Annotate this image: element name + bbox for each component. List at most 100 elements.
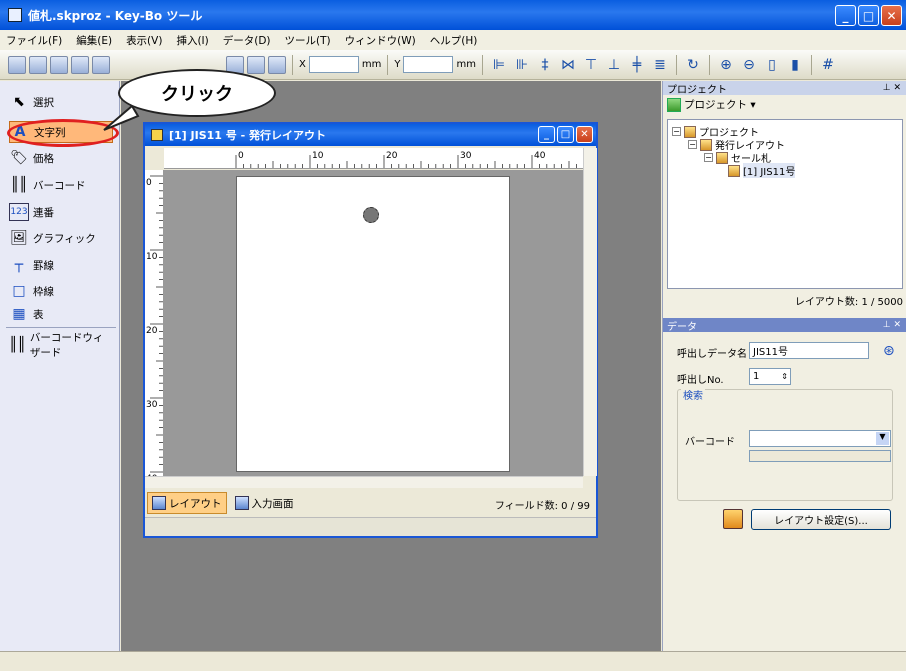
horizontal-scrollbar[interactable] [145,476,583,488]
layout-settings-button[interactable]: レイアウト設定(S)... [751,509,891,530]
menu-file[interactable]: ファイル(F) [6,33,62,48]
chevron-down-icon[interactable]: ▼ [876,432,889,445]
barcode-field [749,450,891,462]
serial-123-icon: 123 [9,203,29,221]
ruler-label: 30 [146,400,158,410]
menu-edit[interactable]: 編集(E) [76,33,112,48]
barcode-label: バーコード [685,437,735,448]
main-toolbar: X mm Y mm ⊫ ⊪ ‡ ⋈ ⊤ ⊥ ╪ ≣ ↻ ⊕ ⊖ ▯ ▮ # [0,50,906,80]
tree-node-jis11[interactable]: [1] JIS11号 [728,163,796,178]
ruler-label: 0 [146,178,152,188]
paste-icon[interactable] [247,55,265,74]
project-icon [684,125,696,138]
collapse-icon[interactable]: − [672,127,681,136]
search-group-label: 検索 [681,387,705,402]
x-input[interactable] [308,56,359,73]
menu-window[interactable]: ウィンドウ(W) [345,33,416,48]
align-right-icon[interactable]: ⊪ [512,55,532,75]
collapse-icon[interactable]: − [688,140,697,149]
pin-icon[interactable]: ⊥ ✕ [883,320,901,330]
tool-label: 価格 [33,152,54,165]
app-title-bar: 値札.skproz - Key-Bo ツール _ □ ✕ [0,0,906,30]
tool-barcode-wizard[interactable]: ║║ バーコードウィザード [9,332,113,359]
table-icon: ▦ [12,306,26,322]
barcode-wizard-icon: ║║ [9,337,26,353]
zoom-out-icon[interactable]: ⊖ [739,55,759,75]
tool-price[interactable]: 🏷 価格 [9,147,113,169]
tool-table[interactable]: ▦ 表 [9,303,113,325]
layout-window: [1] JIS11 号 - 発行レイアウト _ □ ✕ 0 10 20 30 40 0 1… [143,122,598,538]
maximize-button[interactable]: □ [858,5,879,26]
menu-view[interactable]: 表示(V) [126,33,162,48]
frame-icon: □ [12,283,26,299]
label-paper[interactable] [236,176,510,472]
layout-window-title: [1] JIS11 号 - 発行レイアウト [169,129,327,142]
project-panel-header: プロジェクト ⊥ ✕ [663,81,906,96]
rotate-icon[interactable]: ↻ [683,55,703,75]
center-v-icon[interactable]: ≣ [650,55,670,75]
layout-count: レイアウト数: 1 / 5000 [794,297,903,308]
tool-label: 枠線 [33,285,54,298]
menu-tool[interactable]: ツール(T) [285,33,331,48]
call-no-stepper[interactable]: 1 ⇕ [749,368,791,385]
child-maximize-button[interactable]: □ [557,126,574,143]
y-input[interactable] [403,56,454,73]
layout-icon [728,164,740,177]
price-icon: 🏷 [10,150,28,166]
child-close-button[interactable]: ✕ [576,126,593,143]
help-icon[interactable] [268,55,286,74]
top-ruler: 0 10 20 30 40 [164,148,583,169]
zoom-in-icon[interactable]: ⊕ [716,55,736,75]
menu-data[interactable]: データ(D) [223,33,271,48]
align-center-icon[interactable]: ‡ [535,55,555,75]
folder-icon [700,138,712,151]
project-tree: − プロジェクト − 発行レイアウト − セール札 [1] JIS11号 [667,119,903,289]
folder-icon [716,151,728,164]
menu-help[interactable]: ヘルプ(H) [430,33,478,48]
tab-input-screen[interactable]: 入力画面 [231,492,298,514]
align-bottom-icon[interactable]: ⊥ [604,55,624,75]
project-dropdown[interactable]: プロジェクト ▾ [667,97,756,112]
print-icon[interactable] [92,55,110,74]
tool-serial[interactable]: 123 連番 [9,201,113,223]
close-button[interactable]: ✕ [881,5,902,26]
child-minimize-button[interactable]: _ [538,126,555,143]
copy-layout-icon[interactable] [71,55,89,74]
call-data-input[interactable]: JIS11号 [749,342,869,359]
save-icon[interactable] [29,55,47,74]
tool-select[interactable]: ⬉ 選択 [9,91,113,113]
ruler-label: 40 [534,151,546,161]
barcode-select[interactable]: ▼ [749,430,891,447]
distribute-icon[interactable]: ⋈ [558,55,578,75]
input-screen-icon [234,496,249,510]
help-icon[interactable]: ⊛ [883,343,895,359]
new-file-icon[interactable] [8,55,26,74]
ruler-label: 10 [146,252,158,262]
spin-icon[interactable]: ⇕ [781,372,788,381]
right-panel: プロジェクト ⊥ ✕ プロジェクト ▾ − プロジェクト − 発行レイアウト −… [662,81,906,651]
layout-canvas[interactable] [164,170,583,476]
center-h-icon[interactable]: ╪ [627,55,647,75]
tab-layout[interactable]: レイアウト [147,492,227,514]
minimize-button[interactable]: _ [835,5,856,26]
tool-label: バーコードウィザード [29,332,104,359]
pin-icon[interactable]: ⊥ ✕ [883,83,901,93]
vertical-scrollbar[interactable] [583,148,597,476]
page-fit-icon[interactable]: ▮ [785,55,805,75]
tool-label: バーコード [33,179,86,192]
settings-icon[interactable] [723,509,743,529]
menu-insert[interactable]: 挿入(I) [176,33,208,48]
line-icon: ┬ [14,257,24,273]
tool-panel: ⬉ 選択 A 文字列 🏷 価格 ║║ バーコード 123 連番 🖼 グラフィック… [0,81,120,651]
align-top-icon[interactable]: ⊤ [581,55,601,75]
call-data-value: JIS11号 [753,347,788,358]
tool-line[interactable]: ┬ 罫線 [9,254,113,276]
layout-icon[interactable] [50,55,68,74]
tool-graphic[interactable]: 🖼 グラフィック [9,227,113,249]
tool-barcode[interactable]: ║║ バーコード [9,174,113,196]
align-left-icon[interactable]: ⊫ [489,55,509,75]
page-icon[interactable]: ▯ [762,55,782,75]
collapse-icon[interactable]: − [704,153,713,162]
grid-icon[interactable]: # [818,55,838,75]
tool-frame[interactable]: □ 枠線 [9,280,113,302]
